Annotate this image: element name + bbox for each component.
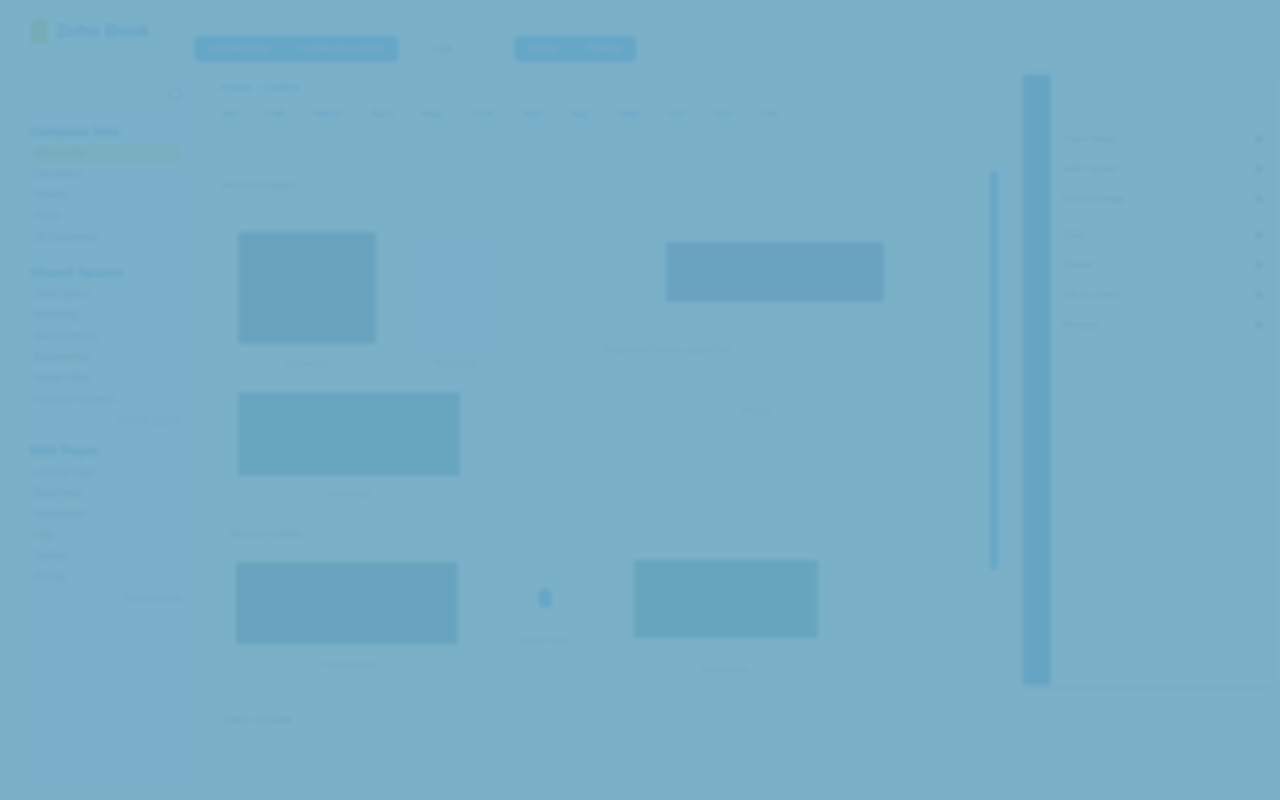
sidebar-item-team-space[interactable]: Team Space: [34, 286, 181, 304]
tab-may[interactable]: May: [421, 108, 442, 120]
tab-march[interactable]: March: [313, 108, 344, 120]
banner-caption: Banner.png: [702, 664, 750, 674]
tab-april[interactable]: April: [371, 108, 393, 120]
dot-icon: [1255, 231, 1263, 239]
upload-more-caption[interactable]: Upload more: [490, 636, 600, 646]
tab-dec[interactable]: Dec: [760, 108, 780, 120]
sidebar-item-newsletters[interactable]: Newsletters: [34, 506, 181, 524]
sidebar-item-trash[interactable]: Trash: [34, 208, 181, 226]
sidebar-item-sales-reports[interactable]: Sales Reports: [34, 328, 181, 346]
share-button[interactable]: Share: [514, 36, 573, 62]
panel-item-label: Rotate: [1063, 259, 1093, 271]
top-bar: Zoho Book Upload Files Create Document E…: [0, 0, 1280, 70]
older-uploads-title: Older Uploads: [222, 714, 293, 726]
month-tabs: Jan Feb March April May June July Aug Se…: [220, 108, 980, 120]
panel-item-add-caption[interactable]: Add Caption: [1063, 159, 1263, 179]
harbor-thumbnail[interactable]: [238, 392, 460, 476]
tab-aug[interactable]: Aug: [570, 108, 590, 120]
toolbar-group-primary: Upload Files Create Document: [194, 36, 400, 62]
sidebar-item-favourites[interactable]: Favourites: [34, 166, 181, 184]
shared-spaces-title[interactable]: Shared Spaces: [30, 265, 185, 280]
panel-item-label: Resize Image: [1063, 193, 1125, 205]
panel-item-label: Add Caption: [1063, 163, 1119, 175]
sidebar-item-engineering[interactable]: Engineering: [34, 349, 181, 367]
tab-sept[interactable]: Sept: [617, 108, 640, 120]
panel-item-rotate[interactable]: Rotate: [1063, 255, 1263, 275]
panel-tool-strip: [1023, 75, 1051, 685]
create-document-button[interactable]: Create Document: [284, 36, 400, 62]
upload-callout-text: Drag photos here to upload them: [602, 344, 734, 354]
sidebar-item-customer-support[interactable]: Customer Support: [34, 391, 181, 409]
panel-item-label: Crop: [1063, 229, 1085, 241]
logo-icon: [30, 18, 48, 44]
panel-item-set-as-cover[interactable]: Set as Cover: [1063, 285, 1263, 305]
sidebar-item-all-documents[interactable]: All Documents: [34, 229, 181, 247]
sidebar-item-landing-page[interactable]: Landing Page: [34, 464, 181, 482]
tab-july[interactable]: July: [522, 108, 542, 120]
skyline-wide-caption: Panorama.jpg: [318, 660, 376, 670]
sidebar-item-blog-posts[interactable]: Blog Posts: [34, 485, 181, 503]
skyline-wide-thumbnail[interactable]: [236, 562, 458, 644]
panel-item-label: Remove: [1063, 319, 1101, 331]
panel-item-insert-image[interactable]: Insert Image: [1063, 129, 1263, 149]
sidebar-item-marketing[interactable]: Marketing: [34, 307, 181, 325]
tab-jan[interactable]: Jan: [220, 108, 238, 120]
dot-icon: [1255, 195, 1263, 203]
main-content: Home › Gallery Jan Feb March April May J…: [210, 76, 1000, 800]
edit-button[interactable]: Edit: [418, 36, 467, 62]
view-all-pages-link[interactable]: View all pages: [34, 593, 181, 603]
breadcrumb[interactable]: Home › Gallery: [220, 80, 301, 100]
tab-nov[interactable]: Nov: [713, 108, 733, 120]
image-caption: Skyline.jpg: [285, 358, 329, 368]
dot-icon: [1255, 165, 1263, 173]
dot-icon: [1255, 291, 1263, 299]
toolbar-group-secondary: Share Publish: [514, 36, 638, 62]
tab-june[interactable]: June: [470, 108, 494, 120]
view-all-spaces-link[interactable]: View all spaces: [34, 415, 181, 425]
upload-files-button[interactable]: Upload Files: [194, 36, 285, 62]
dot-icon: [1255, 261, 1263, 269]
logo-text: Zoho Book: [56, 20, 150, 41]
tab-oct[interactable]: Oct: [668, 108, 685, 120]
logo[interactable]: Zoho Book: [30, 18, 150, 44]
panel-item-label: Set as Cover: [1063, 289, 1121, 301]
web-pages-title[interactable]: Web Pages: [30, 443, 185, 458]
panorama-thumbnail[interactable]: [666, 242, 884, 302]
document-caption: Report.png: [433, 358, 479, 368]
recent-images-title: Recent Images: [222, 180, 296, 192]
sidebar-item-shared[interactable]: Shared: [34, 187, 181, 205]
dot-icon: [1255, 321, 1263, 329]
panel-item-resize-image[interactable]: Resize Image: [1063, 189, 1263, 209]
image-options-panel: Insert Image Add Caption Resize Image Cr…: [1022, 74, 1272, 686]
compose-new-title[interactable]: Compose New: [30, 124, 185, 139]
sidebar-item-contact[interactable]: Contact: [34, 548, 181, 566]
vertical-scrollbar[interactable]: [990, 170, 998, 570]
search-icon[interactable]: [168, 87, 182, 101]
panel-item-remove[interactable]: Remove: [1063, 315, 1263, 335]
browse-button[interactable]: Browse: [706, 406, 806, 416]
sidebar-item-faq[interactable]: FAQ: [34, 527, 181, 545]
filter-row: [220, 136, 980, 150]
harbor-caption: Harbor.jpg: [328, 488, 370, 498]
tab-feb[interactable]: Feb: [266, 108, 285, 120]
shared-images-title: Shared Images: [228, 528, 303, 540]
panel-item-crop[interactable]: Crop: [1063, 225, 1263, 245]
upload-icon[interactable]: [538, 588, 552, 608]
publish-button[interactable]: Publish: [572, 36, 638, 62]
toolbar-group-plain: Edit: [418, 36, 467, 62]
sidebar-item-pricing[interactable]: Pricing: [34, 569, 181, 587]
sidebar-item-documents[interactable]: Documents: [34, 145, 181, 163]
sidebar: Compose New Documents Favourites Shared …: [20, 76, 196, 796]
sidebar-search-input[interactable]: [28, 82, 187, 106]
dot-icon: [1255, 135, 1263, 143]
image-thumbnail[interactable]: [238, 232, 376, 344]
sidebar-item-design-files[interactable]: Design Files: [34, 370, 181, 388]
document-thumbnail[interactable]: [408, 230, 504, 348]
banner-thumbnail[interactable]: [634, 560, 818, 638]
panel-item-label: Insert Image: [1063, 133, 1119, 145]
